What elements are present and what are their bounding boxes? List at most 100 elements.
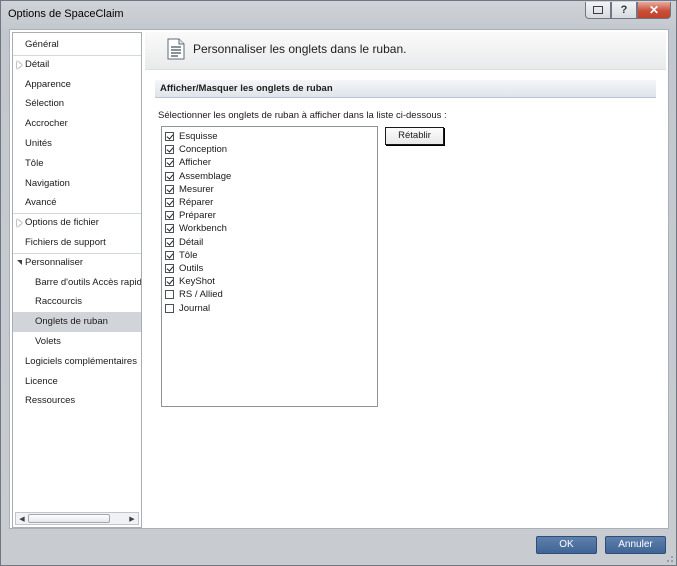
ribbon-tab-option[interactable]: Esquisse [165, 130, 218, 143]
sidebar-item[interactable]: Volets [13, 332, 141, 352]
ribbon-tab-label: Workbench [179, 223, 227, 235]
ribbon-tab-label: Conception [179, 144, 228, 156]
sidebar-item-label: Licence [25, 375, 58, 387]
ribbon-tab-label: Préparer [179, 210, 216, 222]
sidebar-item[interactable]: Raccourcis [13, 292, 141, 312]
ok-button[interactable]: OK [536, 536, 597, 554]
sidebar-item-label: Logiciels complémentaires [25, 355, 137, 367]
ribbon-tab-option[interactable]: RS / Allied [165, 288, 223, 301]
sidebar-item-label: Navigation [25, 177, 70, 189]
ribbon-tab-label: Journal [179, 302, 211, 314]
ribbon-tab-checkbox[interactable] [165, 145, 174, 155]
sidebar-item-label: Raccourcis [35, 296, 82, 308]
sidebar-item[interactable]: Général [13, 35, 141, 55]
ribbon-tab-checkbox[interactable] [165, 198, 174, 207]
help-icon: ? [620, 4, 628, 16]
ribbon-tab-option[interactable]: Journal [165, 302, 210, 315]
restore-button[interactable] [585, 2, 611, 19]
scroll-right-icon[interactable]: ▶ [126, 513, 138, 524]
ribbon-tab-label: Outils [179, 263, 204, 274]
main-panel: Personnaliser les onglets dans le ruban.… [145, 32, 666, 528]
ribbon-tab-checkbox[interactable] [165, 277, 174, 287]
sidebar-item[interactable]: Onglets de ruban [13, 312, 141, 332]
ribbon-tab-option[interactable]: Mesurer [165, 183, 214, 196]
sidebar-item-label: Personnaliser [25, 256, 84, 268]
ribbon-tab-checkbox[interactable] [165, 264, 174, 273]
ribbon-tab-label: RS / Allied [179, 289, 223, 301]
ribbon-tab-option[interactable]: Préparer [165, 209, 216, 222]
window-title: Options de SpaceClaim [8, 8, 124, 20]
scroll-left-icon[interactable]: ◀ [16, 513, 28, 524]
ribbon-tab-option[interactable]: Afficher [165, 156, 211, 169]
ribbon-tab-checkbox[interactable] [165, 184, 174, 194]
sidebar-item[interactable]: Ressources [13, 391, 141, 411]
sidebar-item[interactable]: Navigation [13, 174, 141, 194]
sidebar-item[interactable]: Unités [13, 134, 141, 154]
ribbon-tab-checkbox[interactable] [165, 158, 174, 168]
ribbon-tab-option[interactable]: Réparer [165, 196, 213, 209]
ribbon-tab-checkbox[interactable] [165, 237, 174, 247]
sidebar-item-label: Apparence [25, 78, 71, 90]
ribbon-tab-option[interactable]: Outils [165, 262, 203, 275]
sidebar-item-label: Volets [35, 336, 61, 347]
ribbon-tab-checkbox[interactable] [165, 290, 174, 300]
page-header: Personnaliser les onglets dans le ruban. [145, 32, 666, 70]
sidebar-item[interactable]: Barre d'outils Accès rapide [13, 273, 141, 293]
page-title: Personnaliser les onglets dans le ruban. [193, 42, 407, 56]
ribbon-tab-checkbox[interactable] [165, 250, 174, 260]
reset-button[interactable]: Rétablir [385, 127, 444, 145]
ribbon-tab-checkbox[interactable] [165, 211, 174, 221]
ribbon-tab-checkbox[interactable] [165, 224, 174, 234]
sidebar-item[interactable]: Licence [13, 372, 141, 392]
section-title: Afficher/Masquer les onglets de ruban [155, 80, 656, 98]
sidebar-item[interactable]: Logiciels complémentaires [13, 352, 141, 372]
ribbon-tab-label: Assemblage [179, 170, 232, 182]
ribbon-tab-label: Réparer [179, 197, 214, 208]
ribbon-tab-checkbox[interactable] [165, 303, 174, 313]
help-button[interactable]: ? [611, 2, 637, 19]
ribbon-tab-option[interactable]: Conception [165, 143, 227, 156]
dialog-content: ◀ ▶ Général Détail Apparence Sélection Accro… [9, 29, 669, 529]
expanded-arrow-icon[interactable] [17, 259, 22, 265]
sidebar-item-label: Général [25, 39, 59, 50]
ribbon-tab-option[interactable]: Tôle [165, 249, 197, 262]
ribbon-tab-option[interactable]: KeyShot [165, 275, 215, 288]
ribbon-tab-checkbox[interactable] [165, 132, 174, 141]
sidebar-item-label: Avancé [25, 197, 57, 209]
ribbon-tab-option[interactable]: Assemblage [165, 170, 231, 183]
sidebar-item-label: Fichiers de support [25, 237, 106, 248]
resize-grip-icon[interactable] [664, 553, 674, 563]
ribbon-tab-option[interactable]: Détail [165, 236, 203, 249]
sidebar-item[interactable]: Personnaliser [13, 253, 141, 273]
cancel-button[interactable]: Annuler [605, 536, 666, 554]
sidebar-item[interactable]: Tôle [13, 154, 141, 174]
ribbon-tab-label: Afficher [179, 157, 212, 169]
ribbon-tab-option[interactable]: Workbench [165, 222, 227, 235]
sidebar-item[interactable]: Options de fichier [13, 213, 141, 233]
options-dialog: Options de SpaceClaim ? ✕ ◀ ▶ Général Dét… [0, 0, 677, 566]
ribbon-tabs-list[interactable]: Esquisse Conception Afficher Assemblage Mesu… [161, 126, 378, 407]
scrollbar-thumb[interactable] [28, 514, 110, 523]
ribbon-tab-label: KeyShot [179, 276, 215, 288]
sidebar-item[interactable]: Apparence [13, 75, 141, 95]
options-navigation-tree: ◀ ▶ Général Détail Apparence Sélection Accro… [12, 32, 142, 528]
close-button[interactable]: ✕ [637, 2, 671, 19]
document-icon [167, 38, 185, 60]
section-description: Sélectionner les onglets de ruban à affi… [158, 110, 447, 121]
ribbon-tab-label: Mesurer [179, 183, 214, 195]
sidebar-item[interactable]: Fichiers de support [13, 233, 141, 253]
title-bar[interactable]: Options de SpaceClaim ? ✕ [1, 1, 676, 27]
sidebar-item[interactable]: Accrocher [13, 114, 141, 134]
sidebar-item[interactable]: Avancé [13, 193, 141, 213]
sidebar-item[interactable]: Sélection [13, 94, 141, 114]
restore-icon [593, 6, 603, 14]
sidebar-item-label: Onglets de ruban [35, 316, 108, 328]
sidebar-horizontal-scrollbar[interactable]: ◀ ▶ [15, 512, 139, 525]
collapsed-arrow-icon[interactable] [17, 219, 22, 228]
ribbon-tab-checkbox[interactable] [165, 171, 174, 181]
sidebar-item[interactable]: Détail [13, 55, 141, 75]
collapsed-arrow-icon[interactable] [17, 60, 22, 69]
sidebar-item-label: Barre d'outils Accès rapide [35, 276, 141, 288]
sidebar-item-label: Ressources [25, 395, 76, 407]
sidebar-item-label: Accrocher [25, 118, 68, 130]
